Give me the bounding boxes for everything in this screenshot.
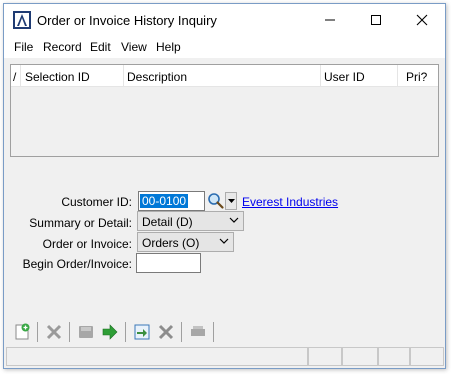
new-button[interactable] bbox=[12, 322, 32, 342]
maximize-button[interactable] bbox=[353, 4, 399, 36]
customer-id-value: 00-0100 bbox=[140, 194, 189, 208]
selection-grid[interactable]: / Selection ID Description User ID Pri? bbox=[10, 64, 439, 157]
title-bar[interactable]: Order or Invoice History Inquiry bbox=[4, 4, 445, 36]
save-icon bbox=[79, 326, 93, 338]
toolbar-separator bbox=[37, 322, 38, 342]
customer-id-label: Customer ID: bbox=[61, 195, 132, 209]
begin-order-invoice-label: Begin Order/Invoice: bbox=[22, 257, 132, 271]
customer-dropdown-button[interactable] bbox=[225, 192, 237, 210]
chevron-down-icon bbox=[229, 217, 239, 223]
app-logo-icon bbox=[13, 11, 31, 29]
column-header-pri[interactable]: Pri? bbox=[398, 65, 438, 87]
print-icon bbox=[191, 326, 205, 336]
arrow-right-icon bbox=[102, 324, 118, 340]
window-title: Order or Invoice History Inquiry bbox=[37, 13, 217, 28]
toolbar-separator bbox=[181, 322, 182, 342]
tools-button[interactable] bbox=[156, 322, 176, 342]
menu-file[interactable]: File bbox=[14, 40, 33, 54]
customer-id-input[interactable]: 00-0100 bbox=[138, 191, 205, 211]
status-bar bbox=[4, 345, 445, 368]
status-cell-message bbox=[6, 347, 308, 366]
summary-or-detail-select[interactable]: Detail (D) bbox=[137, 211, 244, 231]
status-cell bbox=[342, 347, 378, 366]
order-or-invoice-select[interactable]: Orders (O) bbox=[137, 232, 234, 252]
magnifier-icon bbox=[208, 193, 224, 209]
import-button[interactable] bbox=[132, 322, 152, 342]
menu-help[interactable]: Help bbox=[156, 40, 181, 54]
summary-or-detail-value: Detail (D) bbox=[142, 215, 193, 229]
toolbar-separator bbox=[69, 322, 70, 342]
status-cell bbox=[378, 347, 410, 366]
customer-lookup-button[interactable] bbox=[207, 191, 225, 211]
triangle-down-icon bbox=[227, 198, 235, 203]
menu-record[interactable]: Record bbox=[43, 40, 82, 54]
close-button[interactable] bbox=[399, 4, 445, 36]
menu-view[interactable]: View bbox=[121, 40, 147, 54]
order-or-invoice-label: Order or Invoice: bbox=[42, 237, 132, 251]
column-header-selection-id[interactable]: Selection ID bbox=[21, 65, 124, 87]
next-button[interactable] bbox=[100, 322, 120, 342]
column-header-marker[interactable]: / bbox=[11, 65, 21, 87]
new-icon bbox=[15, 323, 30, 340]
begin-order-invoice-input[interactable] bbox=[136, 253, 201, 273]
status-cell bbox=[410, 347, 444, 366]
toolbar-separator bbox=[213, 322, 214, 342]
status-cell bbox=[308, 347, 342, 366]
toolbar-separator bbox=[125, 322, 126, 342]
delete-button[interactable] bbox=[44, 322, 64, 342]
column-header-user-id[interactable]: User ID bbox=[321, 65, 398, 87]
summary-or-detail-label: Summary or Detail: bbox=[29, 216, 132, 230]
column-header-description[interactable]: Description bbox=[124, 65, 321, 87]
menu-edit[interactable]: Edit bbox=[90, 40, 111, 54]
menu-bar: File Record Edit View Help bbox=[4, 36, 445, 58]
order-or-invoice-value: Orders (O) bbox=[142, 236, 200, 250]
toolbar bbox=[4, 318, 445, 346]
customer-name-link[interactable]: Everest Industries bbox=[242, 195, 338, 209]
delete-icon bbox=[46, 324, 62, 340]
save-button[interactable] bbox=[76, 322, 96, 342]
print-button[interactable] bbox=[188, 322, 208, 342]
import-icon bbox=[134, 324, 150, 340]
chevron-down-icon bbox=[219, 238, 229, 244]
tools-icon bbox=[158, 324, 174, 340]
inquiry-window: Order or Invoice History Inquiry File Re… bbox=[3, 3, 446, 369]
grid-header: / Selection ID Description User ID Pri? bbox=[11, 65, 438, 87]
minimize-button[interactable] bbox=[307, 4, 353, 36]
